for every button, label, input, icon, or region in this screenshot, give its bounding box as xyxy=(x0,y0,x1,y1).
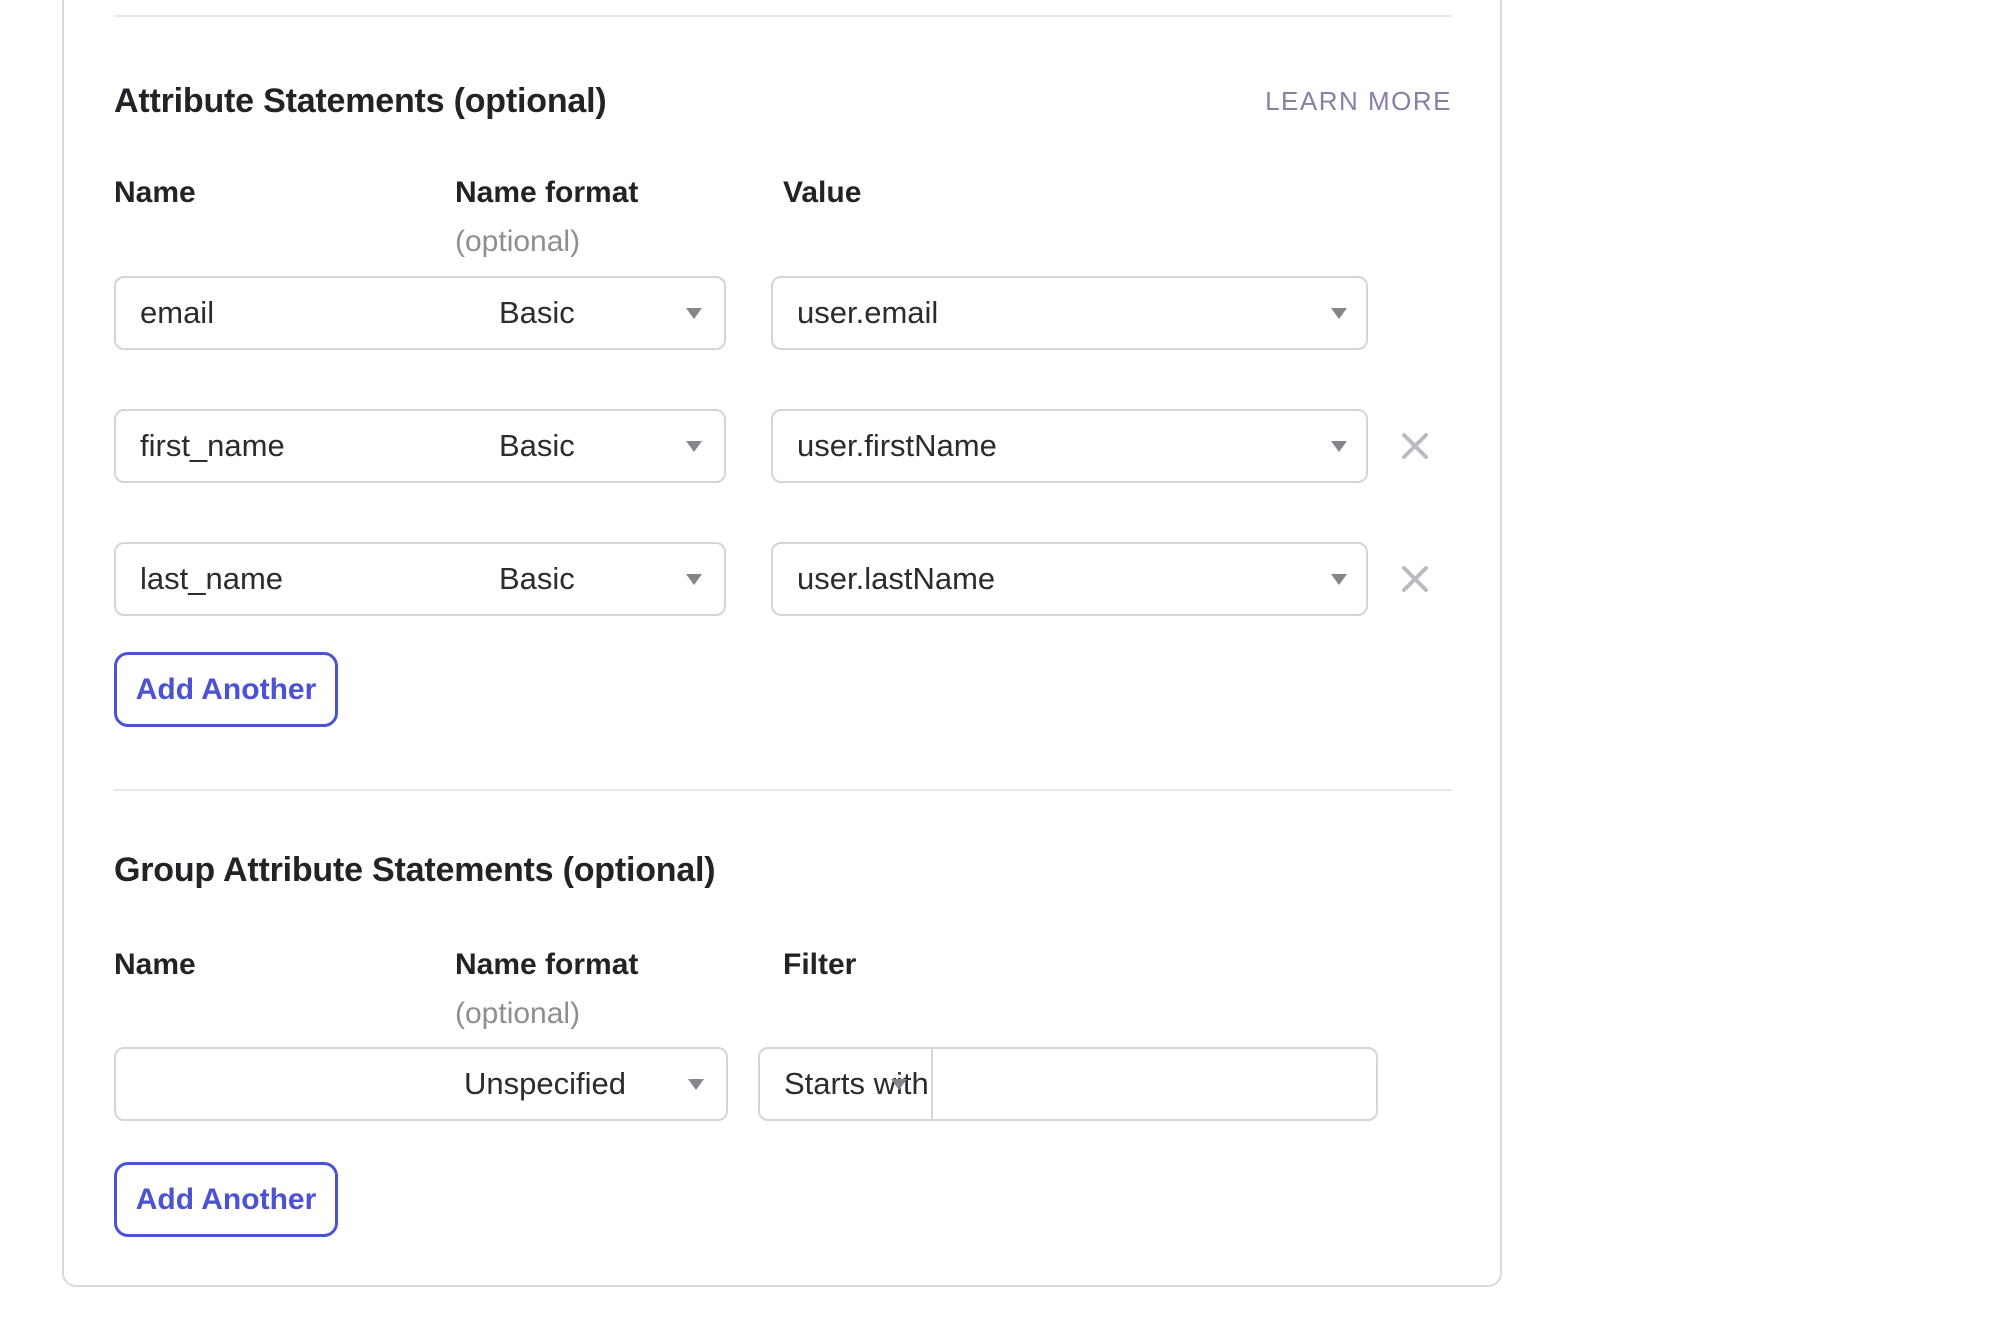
name-format-selected-value: Basic xyxy=(499,295,575,331)
remove-row-button[interactable] xyxy=(1398,562,1432,596)
value-combo-group xyxy=(771,409,1368,483)
name-format-select[interactable]: Basic xyxy=(475,411,724,481)
column-header-name-format: Name format xyxy=(455,949,638,981)
name-format-optional-note-row: (optional) xyxy=(114,227,1452,257)
group-column-headers: Name Name format Filter xyxy=(114,949,1452,981)
value-dropdown-button[interactable] xyxy=(1311,278,1366,348)
attribute-column-headers: Name Name format Value xyxy=(114,177,1452,209)
attribute-value-input[interactable] xyxy=(773,278,1311,348)
column-header-name: Name xyxy=(114,177,196,209)
name-and-format-group: Basic xyxy=(114,409,726,483)
attribute-value-input[interactable] xyxy=(773,544,1311,614)
column-header-value: Value xyxy=(783,177,861,209)
value-combo-group xyxy=(771,276,1368,350)
value-combo-group xyxy=(771,542,1368,616)
name-format-select[interactable]: Basic xyxy=(475,544,724,614)
settings-card: Attribute Statements (optional) LEARN MO… xyxy=(62,0,1502,1287)
close-icon xyxy=(1400,564,1430,594)
add-another-group-attribute-button[interactable]: Add Another xyxy=(114,1162,338,1237)
chevron-down-icon xyxy=(1331,308,1347,319)
attribute-name-input[interactable] xyxy=(116,278,475,348)
attribute-statements-title: Attribute Statements (optional) xyxy=(114,83,606,119)
group-attribute-statements-header: Group Attribute Statements (optional) xyxy=(114,852,1452,888)
chevron-down-icon xyxy=(688,1079,704,1090)
value-dropdown-button[interactable] xyxy=(1311,411,1366,481)
close-icon xyxy=(1400,431,1430,461)
filter-type-selected-value: Starts with xyxy=(784,1066,929,1102)
group-name-and-format-group: Unspecified xyxy=(114,1047,728,1121)
group-name-format-select[interactable]: Unspecified xyxy=(440,1049,726,1119)
attribute-name-input[interactable] xyxy=(116,544,475,614)
top-divider xyxy=(114,15,1452,17)
attribute-row: Basic xyxy=(114,542,1452,616)
filter-value-input[interactable] xyxy=(933,1049,1376,1119)
learn-more-link[interactable]: LEARN MORE xyxy=(1265,86,1452,117)
group-attribute-statements-title: Group Attribute Statements (optional) xyxy=(114,852,715,888)
name-format-selected-value: Basic xyxy=(499,428,575,464)
attribute-value-input[interactable] xyxy=(773,411,1311,481)
attribute-name-input[interactable] xyxy=(116,411,475,481)
section-divider xyxy=(114,789,1452,791)
attribute-row: Basic xyxy=(114,276,1452,350)
add-another-attribute-button[interactable]: Add Another xyxy=(114,652,338,727)
group-name-format-selected-value: Unspecified xyxy=(464,1066,626,1102)
column-header-filter: Filter xyxy=(783,949,856,981)
remove-row-button[interactable] xyxy=(1398,429,1432,463)
chevron-down-icon xyxy=(891,1079,907,1090)
name-and-format-group: Basic xyxy=(114,542,726,616)
group-attribute-name-input[interactable] xyxy=(116,1049,440,1119)
chevron-down-icon xyxy=(686,441,702,452)
column-header-name: Name xyxy=(114,949,196,981)
group-attribute-row: Unspecified Starts with xyxy=(114,1047,1452,1121)
name-format-optional-note-row: (optional) xyxy=(114,999,1452,1029)
filter-type-select[interactable]: Starts with xyxy=(760,1049,933,1119)
column-header-name-format: Name format xyxy=(455,177,638,209)
name-format-select[interactable]: Basic xyxy=(475,278,724,348)
chevron-down-icon xyxy=(686,308,702,319)
chevron-down-icon xyxy=(1331,441,1347,452)
name-and-format-group: Basic xyxy=(114,276,726,350)
chevron-down-icon xyxy=(1331,574,1347,585)
value-dropdown-button[interactable] xyxy=(1311,544,1366,614)
chevron-down-icon xyxy=(686,574,702,585)
name-format-optional-note: (optional) xyxy=(455,999,580,1029)
name-format-selected-value: Basic xyxy=(499,561,575,597)
filter-group: Starts with xyxy=(758,1047,1378,1121)
attribute-statements-header: Attribute Statements (optional) LEARN MO… xyxy=(114,83,1452,119)
name-format-optional-note: (optional) xyxy=(455,227,580,257)
attribute-row: Basic xyxy=(114,409,1452,483)
